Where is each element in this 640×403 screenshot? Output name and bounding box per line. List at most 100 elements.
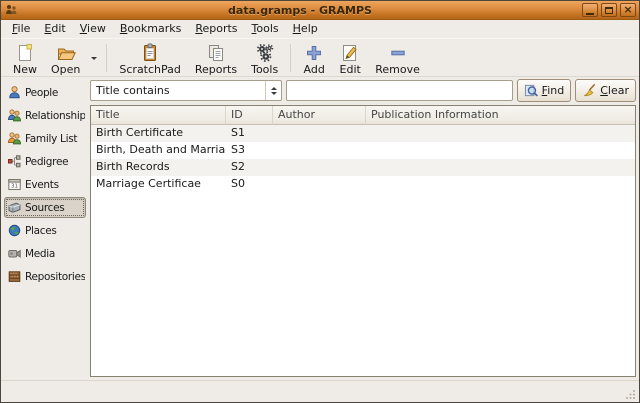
sidebar-item-label: Pedigree (25, 156, 68, 168)
column-header-author[interactable]: Author (273, 106, 366, 125)
sidebar-item-label: Relationships (25, 110, 86, 122)
menu-item-edit[interactable]: Edit (37, 21, 72, 37)
scratchpad-button[interactable]: ScratchPad (112, 41, 188, 75)
chevron-down-icon (91, 57, 97, 63)
cell-publication (366, 176, 635, 193)
add-label: Add (304, 64, 325, 76)
sidebar-item-pedigree[interactable]: Pedigree (4, 151, 86, 172)
find-label: Find (542, 84, 565, 97)
edit-pencil-icon (339, 42, 361, 64)
minimize-icon (586, 13, 594, 15)
maximize-button[interactable] (601, 3, 617, 17)
open-button[interactable]: Open (44, 41, 87, 75)
content-pane: Title contains Find Clear TitleIDAuthorP… (89, 77, 639, 380)
menu-item-reports[interactable]: Reports (188, 21, 244, 37)
toolbar-separator (290, 44, 291, 72)
toolbar-separator (106, 44, 107, 72)
sidebar-item-relationships[interactable]: Relationships (4, 105, 86, 126)
open-label: Open (51, 64, 80, 76)
tools-gears-icon (254, 42, 276, 64)
sidebar-item-label: People (25, 87, 58, 99)
main-area: People Relationships Family List Pedigree Ev… (1, 77, 639, 380)
combo-spinner-icon (265, 81, 281, 100)
column-header-publication-information[interactable]: Publication Information (366, 106, 635, 125)
close-icon: × (623, 4, 632, 16)
sidebar-item-repositories[interactable]: Repositories (4, 266, 86, 287)
globe-icon (7, 223, 22, 238)
table-row[interactable]: Marriage CertificaeS0 (91, 176, 635, 193)
edit-button[interactable]: Edit (332, 41, 368, 75)
menu-item-view[interactable]: View (73, 21, 113, 37)
sidebar-item-label: Repositories (25, 271, 86, 283)
column-header-title[interactable]: Title (91, 106, 226, 125)
sidebar-item-sources[interactable]: Sources (4, 197, 86, 218)
sidebar-item-label: Events (25, 179, 59, 191)
edit-label: Edit (340, 64, 361, 76)
sources-table: TitleIDAuthorPublication Information Bir… (90, 105, 636, 377)
minimize-button[interactable] (582, 3, 598, 17)
open-dropdown-arrow[interactable] (87, 41, 101, 75)
cell-title: Marriage Certificae (91, 176, 226, 193)
cell-author (273, 125, 366, 142)
reports-documents-icon (205, 42, 227, 64)
new-document-icon (14, 42, 36, 64)
menu-item-help[interactable]: Help (286, 21, 325, 37)
find-magnifier-icon (524, 83, 539, 98)
gramps-window: data.gramps - GRAMPS × FileEditViewBookm… (0, 0, 640, 403)
tools-label: Tools (251, 64, 278, 76)
reports-label: Reports (195, 64, 237, 76)
scratchpad-clipboard-icon (139, 42, 161, 64)
sidebar-item-family-list[interactable]: Family List (4, 128, 86, 149)
window-controls: × (582, 3, 636, 17)
sidebar: People Relationships Family List Pedigree Ev… (1, 77, 89, 380)
pedigree-icon (7, 154, 22, 169)
search-input[interactable] (286, 80, 513, 101)
sidebar-item-events[interactable]: Events (4, 174, 86, 195)
cell-id: S1 (226, 125, 273, 142)
remove-minus-icon (387, 42, 409, 64)
close-button[interactable]: × (620, 3, 636, 17)
calendar-icon (7, 177, 22, 192)
new-label: New (13, 64, 37, 76)
person-icon (7, 85, 22, 100)
book-icon (7, 200, 22, 215)
add-plus-icon (303, 42, 325, 64)
menu-item-file[interactable]: File (5, 21, 37, 37)
cell-author (273, 176, 366, 193)
titlebar[interactable]: data.gramps - GRAMPS × (1, 1, 639, 20)
find-button[interactable]: Find (517, 79, 572, 102)
open-folder-icon (55, 42, 77, 64)
toolbar: New Open ScratchPad Reports Tools Add Edit Remo… (1, 38, 639, 77)
sidebar-item-media[interactable]: Media (4, 243, 86, 264)
cell-title: Birth Certificate (91, 125, 226, 142)
remove-button[interactable]: Remove (368, 41, 427, 75)
clear-label: Clear (600, 84, 629, 97)
clear-button[interactable]: Clear (575, 79, 636, 102)
menu-item-bookmarks[interactable]: Bookmarks (113, 21, 188, 37)
new-button[interactable]: New (6, 41, 44, 75)
sidebar-item-places[interactable]: Places (4, 220, 86, 241)
clear-broom-icon (582, 83, 597, 98)
sidebar-item-label: Family List (25, 133, 77, 145)
filterbar: Title contains Find Clear (90, 78, 636, 105)
menu-item-tools[interactable]: Tools (245, 21, 286, 37)
gramps-app-icon (4, 3, 18, 17)
reports-button[interactable]: Reports (188, 41, 244, 75)
menubar: FileEditViewBookmarksReportsToolsHelp (1, 20, 639, 38)
cell-id: S3 (226, 142, 273, 159)
filter-field-value: Title contains (91, 84, 265, 97)
table-body: Birth CertificateS1Birth, Death and Marr… (91, 125, 635, 376)
tools-button[interactable]: Tools (244, 41, 285, 75)
table-row[interactable]: Birth, Death and Marriage R...S3 (91, 142, 635, 159)
table-row[interactable]: Birth RecordsS2 (91, 159, 635, 176)
table-row[interactable]: Birth CertificateS1 (91, 125, 635, 142)
add-button[interactable]: Add (296, 41, 332, 75)
sidebar-item-people[interactable]: People (4, 82, 86, 103)
repository-icon (7, 269, 22, 284)
filter-field-select[interactable]: Title contains (90, 80, 282, 101)
cell-publication (366, 159, 635, 176)
resize-grip-icon[interactable] (624, 387, 637, 400)
column-header-id[interactable]: ID (226, 106, 273, 125)
cell-id: S2 (226, 159, 273, 176)
maximize-icon (605, 7, 613, 14)
